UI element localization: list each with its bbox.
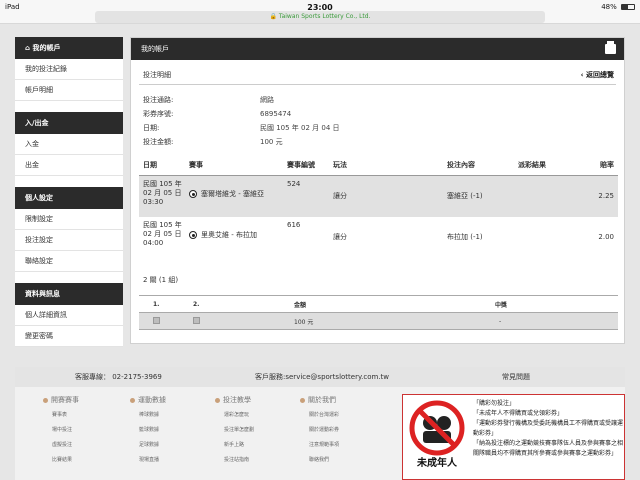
footer-link[interactable]: 運彩怎麼玩 — [215, 409, 254, 421]
sidebar-item-contact-settings[interactable]: 聯絡設定 — [15, 251, 123, 272]
section-title: 投注明細 — [143, 71, 171, 79]
footer-col-events: 開賽賽事 賽事表 場中投注 虛擬投注 比賽結果 — [43, 395, 79, 466]
footer-link[interactable]: 現場直播 — [130, 454, 166, 466]
table-row: 民國 105 年 02 月 05 日 04:00 里奧艾維 - 布拉加 616 讓分… — [139, 217, 618, 259]
back-to-overview-link[interactable]: ‹ 返回總覽 — [581, 65, 614, 85]
home-icon: ⌂ — [25, 44, 31, 52]
warning-text: 「購彩勿投注」 「未成年人不得購買或兌領彩券」 「運動彩券發行機構及受委託機構員… — [473, 400, 624, 457]
table-row: 民國 105 年 02 月 05 日 03:30 塞爾塔維戈 - 塞維亞 524 讓… — [139, 175, 618, 217]
sidebar-item-personal-info[interactable]: 個人詳細資訊 — [15, 305, 123, 326]
underage-warning-box: 未成年人 「購彩勿投注」 「未成年人不得購買或兌領彩券」 「運動彩券發行機構及受… — [402, 394, 625, 480]
panel-header: 我的帳戶 — [131, 38, 624, 60]
page-title: 我的帳戶 — [141, 45, 169, 53]
lock-icon: 🔒 — [269, 13, 277, 20]
bullet-icon — [130, 397, 135, 403]
faq-link[interactable]: 常見問題 — [502, 367, 530, 387]
leg-1-checkbox[interactable] — [153, 316, 160, 324]
bet-odds: 2.25 — [578, 175, 618, 217]
sidebar-item-account-details[interactable]: 帳戶明細 — [15, 80, 123, 101]
battery-indicator: 48% — [601, 3, 635, 11]
footer-col-about: 關於我們 關於台灣運彩 關於運動彩券 注意規範事項 聯絡我們 — [300, 395, 339, 466]
bullet-icon — [43, 397, 48, 403]
summary-table: 1. 2. 金額 中獎 100 元 - — [139, 295, 618, 330]
bet-play: 讓分 — [333, 233, 347, 241]
sidebar-item-change-password[interactable]: 變更密碼 — [15, 326, 123, 347]
bet-match: 里奧艾維 - 布拉加 — [185, 217, 283, 259]
ticket-info: 投注通路: 網路 彩券序號: 6895474 日期: 民國 105 年 02 月 04… — [143, 93, 624, 149]
leg-2-checkbox[interactable] — [193, 316, 200, 324]
footer-link[interactable]: 虛擬投注 — [43, 439, 79, 451]
bets-table: 日期 賽事 賽事編號 玩法 投注內容 派彩結果 賠率 民國 105 年 02 月 … — [139, 155, 618, 259]
soccer-ball-icon — [189, 231, 197, 239]
bullet-icon — [215, 397, 220, 403]
soccer-ball-icon — [189, 189, 197, 198]
address-bar[interactable]: 🔒 Taiwan Sports Lottery Co., Ltd. — [95, 11, 545, 23]
no-minors-icon: 未成年人 — [409, 400, 465, 469]
sidebar-item-limits[interactable]: 限制設定 — [15, 209, 123, 230]
footer-col-stats: 運動數據 棒球數據 籃球數據 足球數據 現場直播 — [130, 395, 166, 466]
sidebar-head-info[interactable]: 資料與訊息 — [15, 283, 123, 305]
info-amount: 投注金額: 100 元 — [143, 138, 283, 146]
account-sidebar: ⌂ 我的帳戶 我的投注紀錄 帳戶明細 入/出金 入金 出金 個人設定 限制設定 … — [15, 37, 123, 347]
sidebar-item-bet-history[interactable]: 我的投注紀錄 — [15, 59, 123, 80]
summary-header-row: 1. 2. 金額 中獎 — [139, 295, 618, 313]
bet-date: 民國 105 年 02 月 05 日 03:30 — [139, 175, 185, 217]
footer-link[interactable]: 投注單怎麼劃 — [215, 424, 254, 436]
bullet-icon — [300, 397, 305, 403]
service-email[interactable]: 客戶服務:service@sportslottery.com.tw — [255, 367, 389, 387]
sidebar-item-withdraw[interactable]: 出金 — [15, 155, 123, 176]
hotline: 客服專線： 02-2175-3969 — [75, 373, 162, 381]
footer-link[interactable]: 賽事表 — [43, 409, 79, 421]
sidebar-head-settings[interactable]: 個人設定 — [15, 187, 123, 209]
sidebar-head-deposit[interactable]: 入/出金 — [15, 112, 123, 134]
section-subtitle-bar: 投注明細 ‹ 返回總覽 — [139, 65, 616, 85]
bet-result — [514, 217, 578, 259]
battery-icon — [621, 4, 635, 10]
warn-sign-label: 未成年人 — [416, 456, 458, 469]
info-channel: 投注通路: 網路 — [143, 96, 274, 104]
bet-result — [514, 175, 578, 217]
bets-header-row: 日期 賽事 賽事編號 玩法 投注內容 派彩結果 賠率 — [139, 155, 618, 176]
combo-summary: 2 關 (1 組) — [143, 276, 179, 284]
bet-match-no: 616 — [287, 221, 301, 229]
bet-detail-panel: 我的帳戶 投注明細 ‹ 返回總覽 投注通路: 網路 彩券序號: 6895474 日期… — [130, 37, 625, 344]
site-name: Taiwan Sports Lottery Co., Ltd. — [278, 13, 371, 20]
bet-selection: 布拉加 (-1) — [447, 233, 483, 241]
bet-date: 民國 105 年 02 月 05 日 04:00 — [143, 221, 182, 247]
bet-match-no: 524 — [283, 175, 329, 217]
bet-odds: 2.00 — [598, 233, 614, 241]
footer-link[interactable]: 投注站指南 — [215, 454, 254, 466]
footer-link[interactable]: 足球數據 — [130, 439, 166, 451]
footer-contact-bar: 客服專線： 02-2175-3969 客戶服務:service@sportslo… — [15, 367, 625, 387]
footer-col-tutorial: 投注教學 運彩怎麼玩 投注單怎麼劃 新手上路 投注站指南 — [215, 395, 254, 466]
footer-link[interactable]: 棒球數據 — [130, 409, 166, 421]
sidebar-item-bet-settings[interactable]: 投注設定 — [15, 230, 123, 251]
sidebar-item-deposit[interactable]: 入金 — [15, 134, 123, 155]
bet-match: 塞爾塔維戈 - 塞維亞 — [185, 175, 283, 217]
footer-link[interactable]: 關於運動彩券 — [300, 424, 339, 436]
footer-link[interactable]: 比賽結果 — [43, 454, 79, 466]
sidebar-head-account[interactable]: ⌂ 我的帳戶 — [15, 37, 123, 59]
footer-link[interactable]: 場中投注 — [43, 424, 79, 436]
footer-link[interactable]: 新手上路 — [215, 439, 254, 451]
site-footer: 客服專線： 02-2175-3969 客戶服務:service@sportslo… — [15, 367, 625, 480]
bet-play: 讓分 — [329, 175, 443, 217]
battery-percent: 48% — [601, 3, 617, 11]
footer-link[interactable]: 關於台灣運彩 — [300, 409, 339, 421]
info-date: 日期: 民國 105 年 02 月 04 日 — [143, 124, 340, 132]
browser-status-bar: iPad 23:00 48% 🔒 Taiwan Sports Lottery C… — [0, 0, 640, 24]
print-icon[interactable] — [605, 41, 616, 54]
summary-amount: 100 元 — [289, 312, 469, 330]
footer-link[interactable]: 聯絡我們 — [300, 454, 339, 466]
summary-row: 100 元 - — [139, 312, 618, 330]
info-serial: 彩券序號: 6895474 — [143, 110, 292, 118]
footer-link[interactable]: 注意規範事項 — [300, 439, 339, 451]
summary-win: - — [469, 312, 618, 330]
footer-link[interactable]: 籃球數據 — [130, 424, 166, 436]
bet-selection: 塞維亞 (-1) — [443, 175, 514, 217]
